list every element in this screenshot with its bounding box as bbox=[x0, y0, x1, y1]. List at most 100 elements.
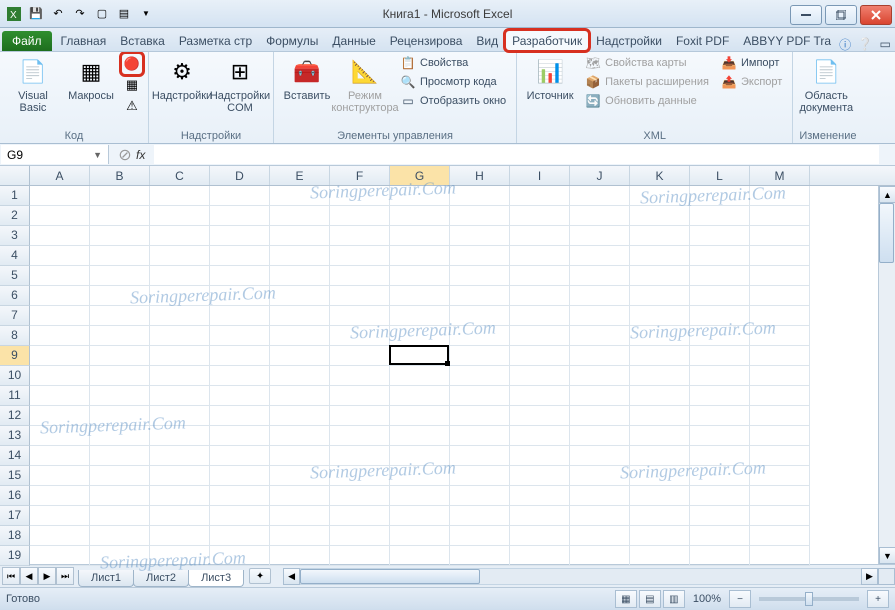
cell[interactable] bbox=[570, 286, 630, 306]
cell[interactable] bbox=[90, 206, 150, 226]
cell[interactable] bbox=[90, 246, 150, 266]
cell[interactable] bbox=[450, 506, 510, 526]
cell[interactable] bbox=[510, 206, 570, 226]
cell[interactable] bbox=[270, 246, 330, 266]
cell[interactable] bbox=[90, 326, 150, 346]
cell[interactable] bbox=[630, 526, 690, 546]
cell[interactable] bbox=[90, 406, 150, 426]
cell[interactable] bbox=[690, 546, 750, 566]
cell[interactable] bbox=[330, 206, 390, 226]
cell[interactable] bbox=[510, 326, 570, 346]
cell[interactable] bbox=[750, 266, 810, 286]
cell[interactable] bbox=[270, 526, 330, 546]
cell[interactable] bbox=[570, 486, 630, 506]
cell[interactable] bbox=[630, 546, 690, 566]
ribbon-tab-рецензирова[interactable]: Рецензирова bbox=[383, 30, 470, 51]
row-header[interactable]: 2 bbox=[0, 206, 30, 226]
cell[interactable] bbox=[210, 186, 270, 206]
cell[interactable] bbox=[450, 246, 510, 266]
ribbon-tab-главная[interactable]: Главная bbox=[54, 30, 114, 51]
cell[interactable] bbox=[450, 286, 510, 306]
cell[interactable] bbox=[150, 386, 210, 406]
cell[interactable] bbox=[90, 426, 150, 446]
cell[interactable] bbox=[150, 266, 210, 286]
cell[interactable] bbox=[210, 526, 270, 546]
cell[interactable] bbox=[690, 486, 750, 506]
properties-button[interactable]: 📋Свойства bbox=[396, 54, 510, 72]
cell[interactable] bbox=[270, 266, 330, 286]
column-header[interactable]: I bbox=[510, 166, 570, 185]
cell[interactable] bbox=[90, 186, 150, 206]
cell[interactable] bbox=[150, 346, 210, 366]
cell[interactable] bbox=[510, 386, 570, 406]
cell[interactable] bbox=[690, 346, 750, 366]
cell[interactable] bbox=[570, 406, 630, 426]
cell[interactable] bbox=[330, 326, 390, 346]
cell[interactable] bbox=[570, 526, 630, 546]
cell[interactable] bbox=[150, 406, 210, 426]
column-header[interactable]: E bbox=[270, 166, 330, 185]
qat-icon[interactable]: ▢ bbox=[92, 4, 112, 24]
cell[interactable] bbox=[390, 346, 450, 366]
sheet-tab[interactable]: Лист3 bbox=[188, 570, 244, 587]
cell[interactable] bbox=[450, 466, 510, 486]
cell[interactable] bbox=[270, 506, 330, 526]
cell[interactable] bbox=[450, 306, 510, 326]
expansion-packs-button[interactable]: 📦Пакеты расширения bbox=[581, 73, 713, 91]
cell[interactable] bbox=[510, 286, 570, 306]
cell[interactable] bbox=[330, 526, 390, 546]
cell[interactable] bbox=[510, 186, 570, 206]
row-header[interactable]: 14 bbox=[0, 446, 30, 466]
cell[interactable] bbox=[630, 306, 690, 326]
cell[interactable] bbox=[150, 446, 210, 466]
row-header[interactable]: 10 bbox=[0, 366, 30, 386]
cell[interactable] bbox=[630, 186, 690, 206]
cell[interactable] bbox=[630, 506, 690, 526]
window-min-icon[interactable]: ▭ bbox=[878, 37, 892, 51]
cell[interactable] bbox=[690, 286, 750, 306]
row-header[interactable]: 11 bbox=[0, 386, 30, 406]
document-area-button[interactable]: 📄 Область документа bbox=[799, 54, 853, 114]
name-box[interactable]: G9 ▼ bbox=[1, 145, 109, 164]
cell[interactable] bbox=[150, 546, 210, 566]
cell[interactable] bbox=[330, 426, 390, 446]
cell[interactable] bbox=[510, 506, 570, 526]
cell[interactable] bbox=[690, 426, 750, 446]
cell[interactable] bbox=[570, 186, 630, 206]
cell[interactable] bbox=[150, 226, 210, 246]
cell[interactable] bbox=[570, 466, 630, 486]
cell[interactable] bbox=[450, 386, 510, 406]
cell[interactable] bbox=[30, 526, 90, 546]
qat-dropdown-icon[interactable]: ▼ bbox=[136, 4, 156, 24]
cell[interactable] bbox=[630, 466, 690, 486]
minimize-ribbon-icon[interactable]: ⓘ bbox=[838, 37, 852, 51]
ribbon-tab-foxit pdf[interactable]: Foxit PDF bbox=[669, 30, 736, 51]
column-header[interactable]: K bbox=[630, 166, 690, 185]
cell[interactable] bbox=[750, 486, 810, 506]
cell[interactable] bbox=[750, 546, 810, 566]
formula-input[interactable] bbox=[154, 145, 879, 164]
cell[interactable] bbox=[690, 366, 750, 386]
sheet-next-button[interactable]: ▶ bbox=[38, 567, 56, 585]
cell[interactable] bbox=[270, 466, 330, 486]
cell[interactable] bbox=[570, 206, 630, 226]
relative-references-button[interactable]: ▦ bbox=[122, 75, 142, 95]
cell[interactable] bbox=[30, 466, 90, 486]
row-header[interactable]: 18 bbox=[0, 526, 30, 546]
cell[interactable] bbox=[330, 346, 390, 366]
save-icon[interactable]: 💾 bbox=[26, 4, 46, 24]
cell[interactable] bbox=[690, 186, 750, 206]
cell[interactable] bbox=[390, 206, 450, 226]
cell[interactable] bbox=[270, 546, 330, 566]
cell[interactable] bbox=[150, 186, 210, 206]
scroll-thumb-horizontal[interactable] bbox=[300, 569, 480, 584]
ribbon-tab-разработчик[interactable]: Разработчик bbox=[505, 30, 589, 51]
cell[interactable] bbox=[270, 386, 330, 406]
cell[interactable] bbox=[150, 206, 210, 226]
row-header[interactable]: 9 bbox=[0, 346, 30, 366]
cell[interactable] bbox=[630, 246, 690, 266]
ribbon-tab-формулы[interactable]: Формулы bbox=[259, 30, 325, 51]
scroll-thumb-vertical[interactable] bbox=[879, 203, 894, 263]
cell[interactable] bbox=[750, 446, 810, 466]
cell[interactable] bbox=[150, 366, 210, 386]
